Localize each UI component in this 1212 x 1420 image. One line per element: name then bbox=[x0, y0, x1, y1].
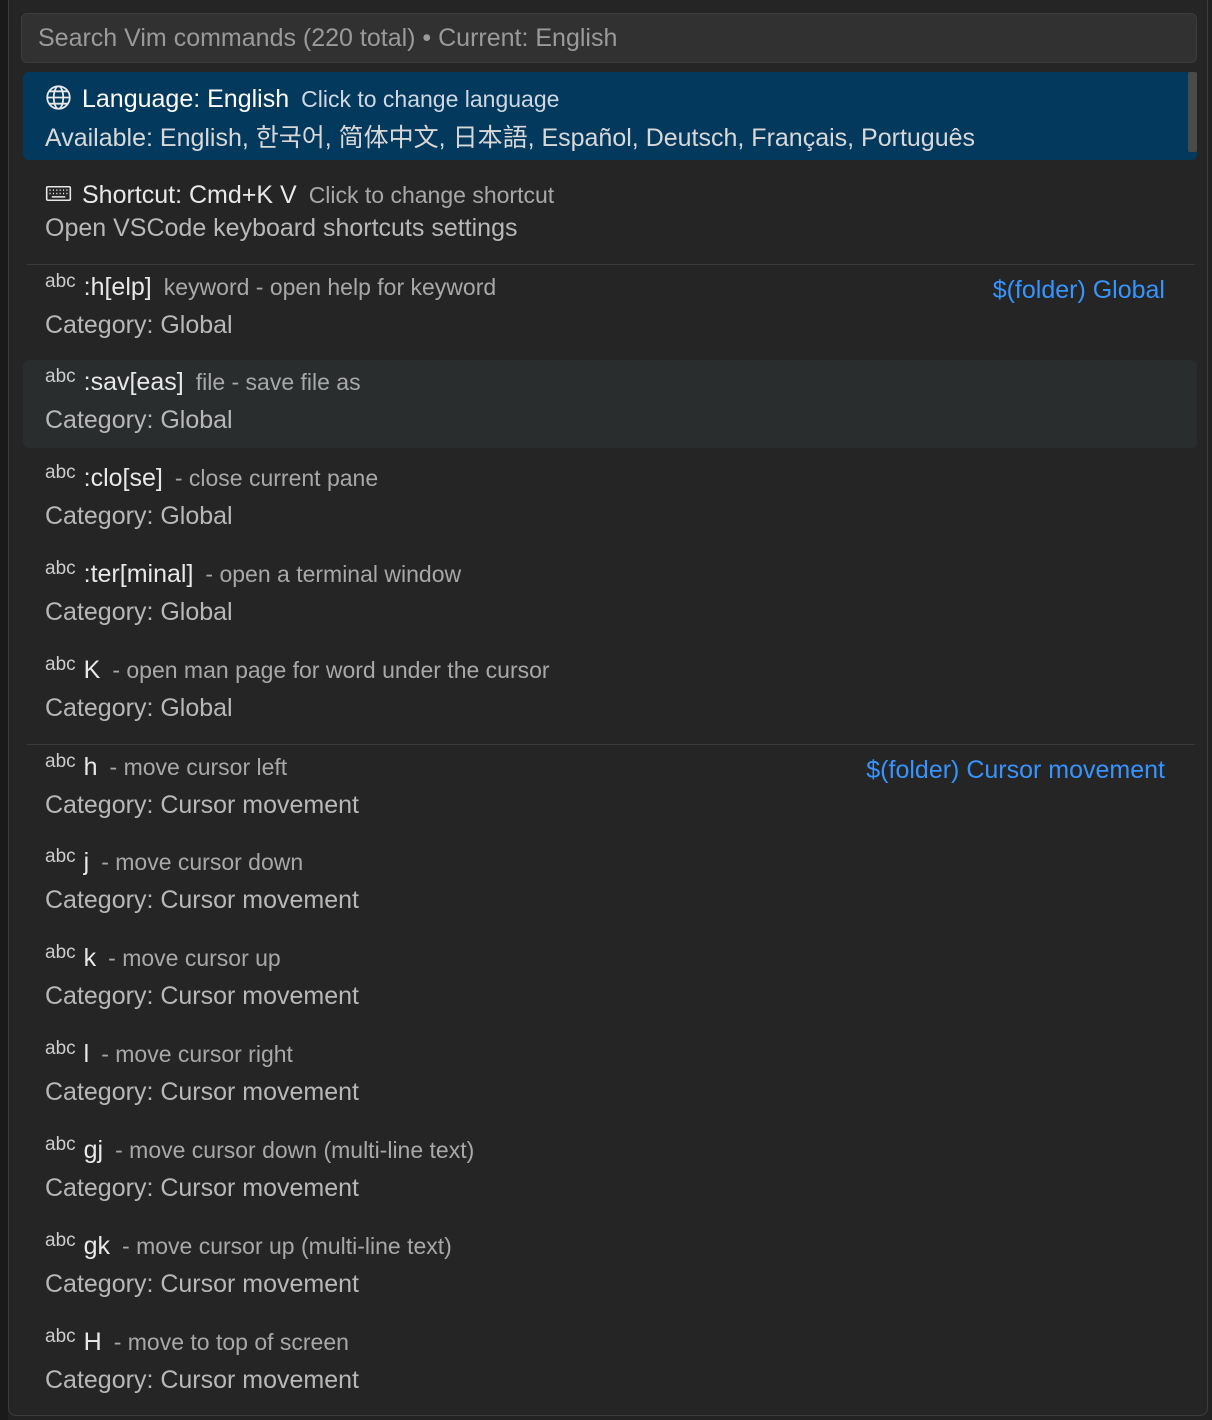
command-desc: keyword - open help for keyword bbox=[163, 274, 497, 300]
command-desc: - move cursor down (multi-line text) bbox=[115, 1137, 475, 1163]
command-desc: - move cursor up (multi-line text) bbox=[122, 1233, 452, 1259]
search-box[interactable] bbox=[21, 13, 1197, 63]
abc-icon: abc bbox=[45, 1326, 76, 1347]
command-category: Category: Cursor movement bbox=[45, 1078, 360, 1106]
command-header: abc j - move cursor down bbox=[45, 846, 304, 877]
command-keys: gj bbox=[83, 1136, 104, 1164]
shortcut-item-desc: Click to change shortcut bbox=[308, 182, 555, 208]
command-category: Category: Cursor movement bbox=[45, 886, 360, 914]
command-category: Category: Global bbox=[45, 694, 233, 722]
command-keys: :ter[minal] bbox=[83, 560, 194, 588]
shortcut-item-title: Shortcut: Cmd+K V bbox=[82, 181, 297, 209]
abc-icon: abc bbox=[45, 1230, 76, 1251]
abc-icon: abc bbox=[45, 942, 76, 963]
command-header: abc gj - move cursor down (multi-line te… bbox=[45, 1134, 475, 1165]
command-keys: gk bbox=[83, 1232, 111, 1260]
command-header: abc :h[elp] keyword - open help for keyw… bbox=[45, 271, 497, 302]
command-item-close[interactable]: abc :clo[se] - close current pane Catego… bbox=[23, 456, 1197, 552]
command-header: abc k - move cursor up bbox=[45, 942, 281, 973]
command-header: abc gk - move cursor up (multi-line text… bbox=[45, 1230, 452, 1261]
globe-icon bbox=[46, 85, 71, 110]
search-input[interactable] bbox=[36, 22, 1182, 54]
command-header: abc :sav[eas] file - save file as bbox=[45, 366, 361, 397]
keyboard-icon bbox=[45, 185, 72, 202]
command-category: Category: Cursor movement bbox=[45, 1366, 360, 1394]
command-desc: - move cursor down bbox=[101, 849, 304, 875]
shortcut-item[interactable]: Shortcut: Cmd+K V Click to change shortc… bbox=[23, 168, 1197, 264]
command-list: Language: English Click to change langua… bbox=[23, 72, 1197, 1416]
command-item-saveas[interactable]: abc :sav[eas] file - save file as Catego… bbox=[23, 360, 1197, 448]
command-keys: H bbox=[83, 1328, 102, 1356]
command-item-j[interactable]: abc j - move cursor down Category: Curso… bbox=[23, 840, 1197, 936]
command-header: abc H - move to top of screen bbox=[45, 1326, 349, 1357]
command-item-help[interactable]: abc :h[elp] keyword - open help for keyw… bbox=[27, 264, 1195, 360]
command-header: abc :clo[se] - close current pane bbox=[45, 462, 379, 493]
command-category: Category: Global bbox=[45, 598, 233, 626]
language-item-sub: Available: English, 한국어, 简体中文, 日本語, Espa… bbox=[45, 124, 976, 152]
command-category: Category: Cursor movement bbox=[45, 982, 360, 1010]
language-item-header: Language: English Click to change langua… bbox=[45, 80, 559, 114]
command-item-l[interactable]: abc l - move cursor right Category: Curs… bbox=[23, 1032, 1197, 1128]
shortcut-item-sub: Open VSCode keyboard shortcuts settings bbox=[45, 214, 518, 242]
language-item[interactable]: Language: English Click to change langua… bbox=[23, 72, 1197, 160]
command-header: abc K - open man page for word under the… bbox=[45, 654, 550, 685]
command-desc: - close current pane bbox=[174, 465, 379, 491]
command-desc: - open a terminal window bbox=[205, 561, 462, 587]
abc-icon: abc bbox=[45, 462, 76, 483]
abc-icon: abc bbox=[45, 271, 76, 292]
command-keys: :clo[se] bbox=[83, 464, 163, 492]
command-category: Category: Global bbox=[45, 502, 233, 530]
abc-icon: abc bbox=[45, 654, 76, 675]
shortcut-item-header: Shortcut: Cmd+K V Click to change shortc… bbox=[45, 176, 554, 210]
abc-icon: abc bbox=[45, 751, 76, 772]
command-item-gk[interactable]: abc gk - move cursor up (multi-line text… bbox=[23, 1224, 1197, 1320]
command-header: abc :ter[minal] - open a terminal window bbox=[45, 558, 462, 589]
command-desc: - move cursor right bbox=[101, 1041, 293, 1067]
group-label-global: $(folder) Global bbox=[992, 276, 1165, 304]
command-desc: file - save file as bbox=[195, 369, 361, 395]
editor-edge bbox=[0, 0, 8, 1420]
command-item-H[interactable]: abc H - move to top of screen Category: … bbox=[23, 1320, 1197, 1416]
command-desc: - move cursor up bbox=[108, 945, 281, 971]
command-item-gj[interactable]: abc gj - move cursor down (multi-line te… bbox=[23, 1128, 1197, 1224]
abc-icon: abc bbox=[45, 558, 76, 579]
command-keys: j bbox=[83, 848, 90, 876]
command-keys: :h[elp] bbox=[83, 273, 152, 301]
command-item-k[interactable]: abc k - move cursor up Category: Cursor … bbox=[23, 936, 1197, 1032]
command-desc: - move cursor left bbox=[109, 754, 288, 780]
command-item-h[interactable]: abc h - move cursor left Category: Curso… bbox=[27, 744, 1195, 840]
command-keys: K bbox=[83, 656, 101, 684]
abc-icon: abc bbox=[45, 1134, 76, 1155]
abc-icon: abc bbox=[45, 1038, 76, 1059]
group-label-cursor-movement: $(folder) Cursor movement bbox=[866, 756, 1165, 784]
abc-icon: abc bbox=[45, 846, 76, 867]
command-item-man-page[interactable]: abc K - open man page for word under the… bbox=[23, 648, 1197, 744]
language-item-title: Language: English bbox=[82, 85, 290, 113]
scrollbar-thumb[interactable] bbox=[1188, 72, 1197, 152]
command-header: abc l - move cursor right bbox=[45, 1038, 293, 1069]
command-category: Category: Cursor movement bbox=[45, 1270, 360, 1298]
command-keys: l bbox=[83, 1040, 90, 1068]
command-item-terminal[interactable]: abc :ter[minal] - open a terminal window… bbox=[23, 552, 1197, 648]
language-item-desc: Click to change language bbox=[301, 86, 560, 112]
command-desc: - open man page for word under the curso… bbox=[112, 657, 550, 683]
command-desc: - move to top of screen bbox=[113, 1329, 349, 1355]
command-category: Category: Cursor movement bbox=[45, 791, 360, 819]
command-header: abc h - move cursor left bbox=[45, 751, 288, 782]
command-keys: k bbox=[83, 944, 97, 972]
quick-pick-palette: Language: English Click to change langua… bbox=[8, 0, 1208, 1416]
command-category: Category: Global bbox=[45, 311, 233, 339]
command-category: Category: Global bbox=[45, 406, 233, 434]
command-keys: :sav[eas] bbox=[83, 368, 184, 396]
command-keys: h bbox=[83, 753, 98, 781]
abc-icon: abc bbox=[45, 366, 76, 387]
command-category: Category: Cursor movement bbox=[45, 1174, 360, 1202]
